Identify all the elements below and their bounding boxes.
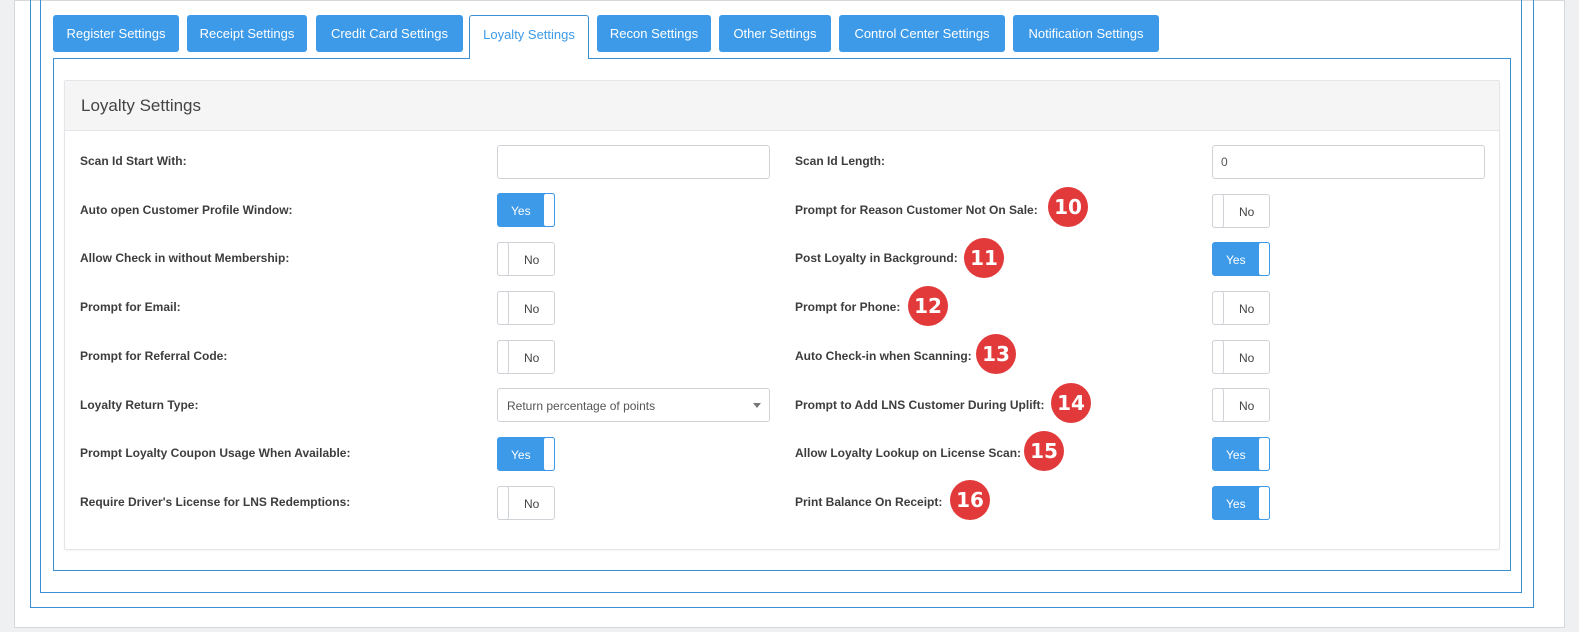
annotation-badge: 10	[1048, 187, 1088, 227]
toggle-state: No	[524, 253, 540, 267]
toggle-knob	[543, 437, 555, 471]
toggle-knob	[1212, 194, 1224, 228]
panel-header: Loyalty Settings	[65, 81, 1499, 131]
prompt-coupon-label: Prompt Loyalty Coupon Usage When Availab…	[80, 446, 351, 460]
toggle-state: Yes	[1226, 497, 1246, 511]
toggle-state: No	[524, 351, 540, 365]
caret-down-icon	[753, 403, 761, 408]
tab-notification-settings[interactable]: Notification Settings	[1013, 15, 1159, 52]
toggle-state: Yes	[511, 448, 531, 462]
scan-id-start-input[interactable]	[497, 145, 770, 179]
prompt-email-label: Prompt for Email:	[80, 300, 181, 314]
toggle-state: No	[524, 497, 540, 511]
annotation-badge: 14	[1051, 383, 1091, 423]
prompt-coupon-toggle[interactable]: Yes	[497, 437, 555, 471]
tab-loyalty-settings[interactable]: Loyalty Settings	[469, 15, 589, 59]
tab-recon-settings[interactable]: Recon Settings	[597, 15, 711, 52]
loyalty-lookup-label: Allow Loyalty Lookup on License Scan:	[795, 446, 1022, 460]
annotation-badge: 16	[950, 480, 990, 520]
prompt-referral-label: Prompt for Referral Code:	[80, 349, 228, 363]
print-balance-label: Print Balance On Receipt:	[795, 495, 943, 509]
print-balance-toggle[interactable]: Yes	[1212, 486, 1270, 520]
allow-checkin-toggle[interactable]: No	[497, 242, 555, 276]
tab-other-settings[interactable]: Other Settings	[719, 15, 831, 52]
toggle-state: Yes	[1226, 253, 1246, 267]
tab-register-settings[interactable]: Register Settings	[53, 15, 179, 52]
tab-credit-card-settings[interactable]: Credit Card Settings	[316, 15, 463, 52]
toggle-state: Yes	[1226, 448, 1246, 462]
toggle-knob	[1212, 340, 1224, 374]
auto-checkin-label: Auto Check-in when Scanning:	[795, 349, 972, 363]
annotation-badge: 15	[1024, 431, 1064, 471]
toggle-knob	[1212, 291, 1224, 325]
loyalty-return-type-select[interactable]: Return percentage of points	[497, 388, 770, 422]
prompt-reason-label: Prompt for Reason Customer Not On Sale:	[795, 203, 1038, 217]
toggle-state: No	[524, 302, 540, 316]
require-license-toggle[interactable]: No	[497, 486, 555, 520]
prompt-referral-toggle[interactable]: No	[497, 340, 555, 374]
toggle-state: No	[1239, 351, 1255, 365]
post-loyalty-label: Post Loyalty in Background:	[795, 251, 958, 265]
panel-title: Loyalty Settings	[81, 96, 202, 115]
toggle-knob	[1258, 486, 1270, 520]
toggle-knob	[497, 340, 509, 374]
loyalty-lookup-toggle[interactable]: Yes	[1212, 437, 1270, 471]
tab-control-center-settings[interactable]: Control Center Settings	[839, 15, 1005, 52]
toggle-knob	[497, 486, 509, 520]
allow-checkin-label: Allow Check in without Membership:	[80, 251, 290, 265]
prompt-add-lns-toggle[interactable]: No	[1212, 388, 1270, 422]
toggle-knob	[497, 242, 509, 276]
prompt-add-lns-label: Prompt to Add LNS Customer During Uplift…	[795, 398, 1045, 412]
toggle-state: No	[1239, 399, 1255, 413]
auto-checkin-toggle[interactable]: No	[1212, 340, 1270, 374]
toggle-knob	[1212, 388, 1224, 422]
scan-id-length-label: Scan Id Length:	[795, 154, 885, 168]
annotation-badge: 11	[964, 238, 1004, 278]
prompt-phone-label: Prompt for Phone:	[795, 300, 901, 314]
toggle-state: No	[1239, 205, 1255, 219]
toggle-state: No	[1239, 302, 1255, 316]
prompt-reason-toggle[interactable]: No	[1212, 194, 1270, 228]
annotation-badge: 13	[976, 334, 1016, 374]
toggle-knob	[1258, 437, 1270, 471]
annotation-badge: 12	[908, 286, 948, 326]
prompt-phone-toggle[interactable]: No	[1212, 291, 1270, 325]
toggle-knob	[1258, 242, 1270, 276]
scan-id-start-label: Scan Id Start With:	[80, 154, 187, 168]
scan-id-length-input[interactable]	[1212, 145, 1485, 179]
auto-open-profile-label: Auto open Customer Profile Window:	[80, 203, 293, 217]
toggle-knob	[543, 193, 555, 227]
toggle-knob	[497, 291, 509, 325]
toggle-state: Yes	[511, 204, 531, 218]
prompt-email-toggle[interactable]: No	[497, 291, 555, 325]
auto-open-profile-toggle[interactable]: Yes	[497, 193, 555, 227]
tab-receipt-settings[interactable]: Receipt Settings	[187, 15, 307, 52]
loyalty-return-type-label: Loyalty Return Type:	[80, 398, 199, 412]
select-value: Return percentage of points	[507, 399, 656, 413]
require-license-label: Require Driver's License for LNS Redempt…	[80, 495, 351, 509]
post-loyalty-toggle[interactable]: Yes	[1212, 242, 1270, 276]
